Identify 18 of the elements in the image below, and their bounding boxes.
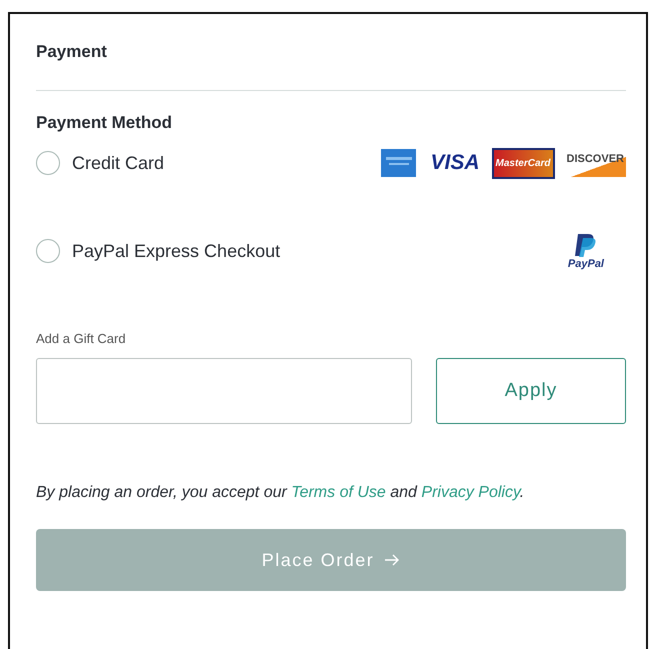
gift-card-field[interactable]	[36, 358, 412, 424]
section-title: Payment	[36, 42, 108, 63]
apply-button[interactable]: Apply	[436, 358, 626, 424]
arrow-right-icon	[384, 554, 400, 566]
radio-button[interactable]	[36, 239, 60, 263]
option-label: Credit Card	[72, 152, 164, 174]
option-label: PayPal Express Checkout	[72, 240, 280, 262]
terms-text: By placing an order, you accept our Terms of Use and Privacy Policy.	[36, 484, 526, 503]
card-logo: MasterCard	[492, 148, 555, 178]
terms-link[interactable]: Terms of Use	[291, 484, 386, 501]
privacy-link[interactable]: Privacy Policy	[421, 484, 520, 501]
radio-button[interactable]	[36, 151, 60, 175]
card-logo-icon	[380, 147, 418, 179]
section-heading: Payment Method	[36, 113, 174, 133]
paypal-logo-icon	[574, 232, 598, 258]
paypal-logo: PayPal	[568, 258, 604, 270]
field-label: Add a Gift Card	[36, 331, 127, 346]
card-logo: VISA	[429, 151, 480, 175]
